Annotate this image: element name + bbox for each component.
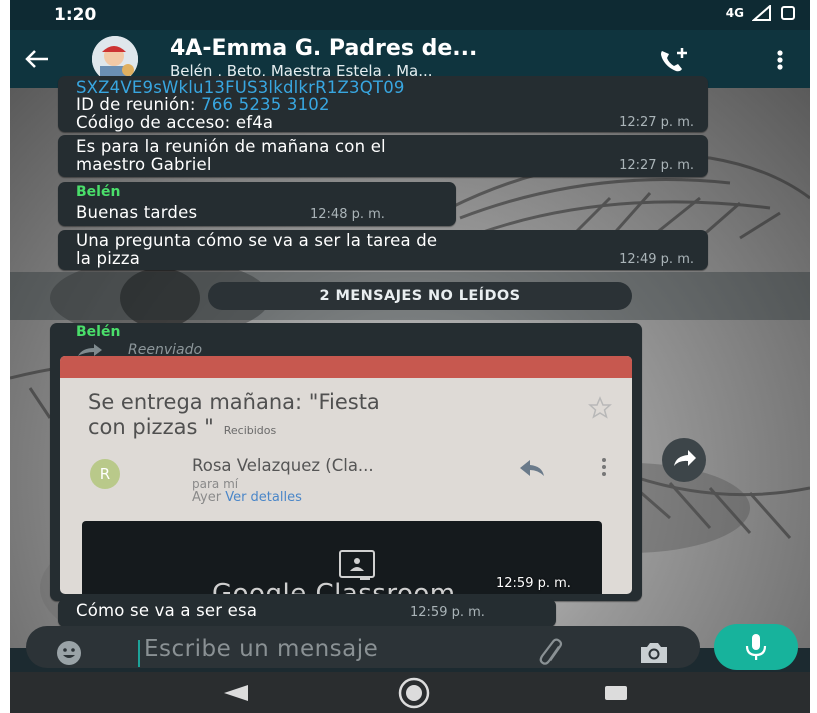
network-indicator: 4G	[725, 6, 744, 20]
meeting-id-label: ID de reunión:	[76, 95, 202, 114]
email-date-value: Ayer	[192, 490, 222, 505]
message-time: 12:59 p. m.	[410, 605, 485, 620]
email-subject: Se entrega mañana: "Fiesta con pizzas " R…	[88, 390, 380, 443]
message-text: Buenas tardes	[76, 203, 198, 222]
message-bubble[interactable]: SXZ4VE9sWklu13FUS3lkdlkrR1Z3QT09 ID de r…	[58, 76, 708, 132]
email-subject-line2: con pizzas "	[88, 415, 214, 439]
email-more-icon	[602, 458, 606, 476]
back-arrow-icon[interactable]	[22, 44, 52, 74]
email-sender-avatar: R	[90, 459, 120, 489]
message-time: 12:27 p. m.	[619, 115, 694, 130]
paperclip-icon[interactable]	[536, 638, 568, 668]
message-time: 12:27 p. m.	[619, 158, 694, 173]
message-text: maestro Gabriel	[76, 155, 212, 174]
emoji-icon[interactable]	[56, 640, 82, 666]
composer	[10, 620, 810, 672]
classroom-icon	[339, 550, 375, 580]
message-input-container[interactable]	[26, 626, 700, 668]
system-navigation-bar	[10, 672, 810, 713]
email-to: para mí	[192, 477, 239, 491]
classroom-text: Google Classroom	[212, 579, 456, 594]
voice-message-button[interactable]	[714, 624, 798, 670]
message-text: la pizza	[76, 249, 141, 268]
status-time: 1:20	[54, 5, 97, 25]
message-input[interactable]	[144, 636, 524, 662]
message-time: 12:59 p. m.	[496, 576, 571, 591]
camera-icon[interactable]	[638, 640, 670, 666]
phone-screen: 1:20 4G 4A-Emma G. Padres de... Belén , …	[10, 0, 810, 713]
more-options-icon[interactable]	[770, 45, 790, 75]
inbox-label: Recibidos	[223, 424, 277, 437]
message-bubble[interactable]: Es para la reunión de mañana con el maes…	[58, 135, 708, 177]
view-details-link: Ver detalles	[225, 490, 302, 505]
email-from: Rosa Velazquez (Cla...	[192, 456, 374, 475]
message-sender[interactable]: Belén	[76, 184, 120, 200]
unread-messages-banner: 2 MENSAJES NO LEÍDOS	[208, 282, 632, 310]
text-cursor	[138, 640, 140, 667]
forwarded-photo[interactable]: Se entrega mañana: "Fiesta con pizzas " R…	[60, 356, 632, 594]
message-text: Una pregunta cómo se va a ser la tarea d…	[76, 231, 438, 250]
chat-title[interactable]: 4A-Emma G. Padres de...	[170, 36, 477, 61]
add-call-icon[interactable]	[656, 45, 690, 75]
message-time: 12:49 p. m.	[619, 252, 694, 267]
nav-home-icon[interactable]	[398, 677, 430, 709]
message-bubble[interactable]: Belén Buenas tardes 12:48 p. m.	[58, 182, 456, 226]
message-time: 12:48 p. m.	[310, 207, 385, 222]
message-sender[interactable]: Belén	[76, 324, 120, 340]
reply-icon	[520, 460, 544, 476]
microphone-icon	[745, 634, 767, 660]
passcode-line: Código de acceso: ef4a	[76, 113, 274, 132]
status-bar: 1:20 4G	[10, 0, 810, 30]
message-text: Es para la reunión de mañana con el	[76, 137, 386, 156]
photo-top-strip	[60, 356, 632, 378]
email-date: Ayer Ver detalles	[192, 490, 302, 505]
signal-icon	[752, 5, 771, 21]
message-text: Cómo se va a ser esa	[76, 601, 258, 620]
message-bubble[interactable]: Una pregunta cómo se va a ser la tarea d…	[58, 230, 708, 270]
battery-icon	[781, 6, 795, 20]
star-icon	[588, 396, 612, 419]
meeting-id-line: ID de reunión: 766 5235 3102	[76, 95, 330, 114]
share-forward-button[interactable]	[662, 438, 706, 482]
email-subject-line1: Se entrega mañana: "Fiesta	[88, 390, 380, 414]
nav-recents-icon[interactable]	[604, 685, 628, 701]
nav-back-icon[interactable]	[222, 684, 250, 702]
forward-icon	[674, 450, 696, 466]
meeting-id-number[interactable]: 766 5235 3102	[201, 95, 330, 114]
